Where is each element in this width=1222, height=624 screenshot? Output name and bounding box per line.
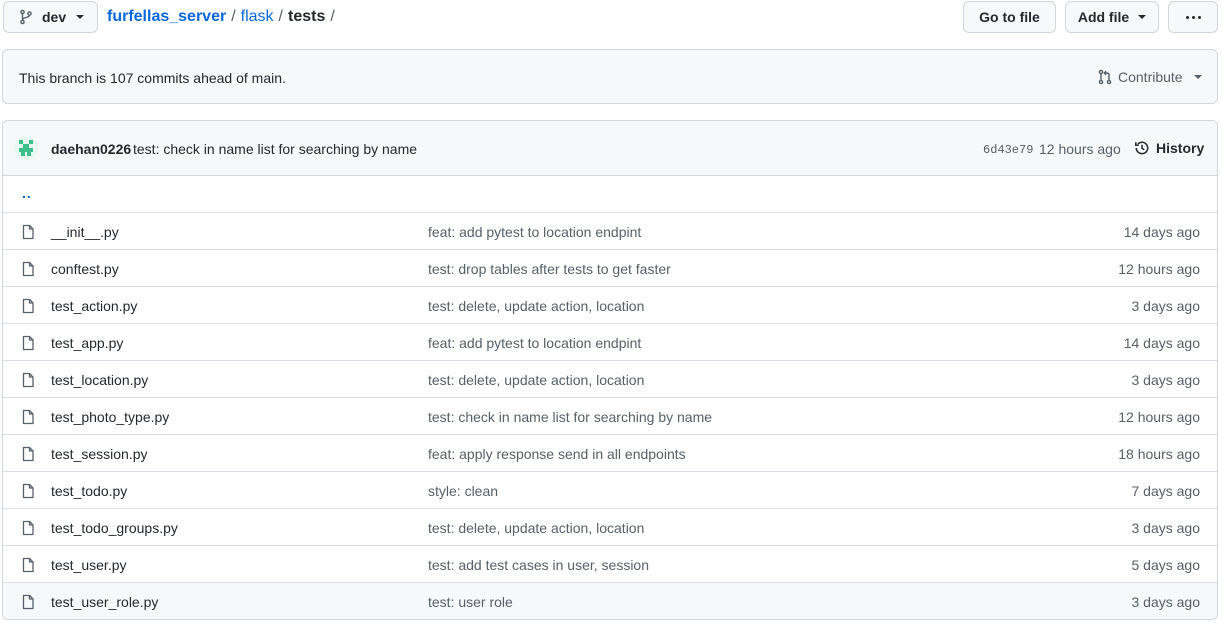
chevron-down-icon bbox=[1138, 15, 1147, 19]
file-row[interactable]: conftest.py test: drop tables after tests… bbox=[3, 250, 1217, 287]
file-commit-message-link[interactable]: style: clean bbox=[428, 483, 498, 499]
breadcrumb-current: tests bbox=[288, 8, 326, 25]
file-icon bbox=[22, 409, 34, 425]
file-name-link[interactable]: test_photo_type.py bbox=[51, 409, 169, 425]
file-icon bbox=[22, 298, 34, 314]
file-commit-message-link[interactable]: feat: add pytest to location endpint bbox=[428, 224, 641, 240]
file-commit-age: 14 days ago bbox=[1123, 224, 1200, 240]
file-name-link[interactable]: test_user.py bbox=[51, 557, 127, 573]
file-commit-message-link[interactable]: test: check in name list for searching b… bbox=[428, 409, 712, 425]
file-icon bbox=[22, 224, 34, 240]
file-row[interactable]: __init__.py feat: add pytest to location … bbox=[3, 213, 1217, 250]
file-browser: daehan0226 test: check in name list for … bbox=[2, 120, 1218, 620]
add-file-label: Add file bbox=[1077, 9, 1130, 25]
breadcrumb-folder-link[interactable]: flask bbox=[241, 8, 274, 26]
breadcrumb-separator: / bbox=[278, 8, 283, 25]
breadcrumb-separator: / bbox=[231, 8, 236, 25]
commit-author-link[interactable]: daehan0226 bbox=[51, 141, 131, 157]
contribute-button[interactable]: Contribute bbox=[1097, 69, 1202, 85]
file-row[interactable]: test_todo.py style: clean 7 days ago bbox=[3, 472, 1217, 509]
git-branch-icon bbox=[20, 9, 32, 25]
git-pull-request-icon bbox=[1098, 69, 1112, 85]
file-commit-age: 12 hours ago bbox=[1118, 409, 1200, 425]
file-commit-message-link[interactable]: test: delete, update action, location bbox=[428, 372, 644, 388]
branch-select-button[interactable]: dev bbox=[3, 1, 98, 33]
commit-sha-link[interactable]: 6d43e79 bbox=[983, 143, 1033, 157]
file-row[interactable]: test_location.py test: delete, update act… bbox=[3, 361, 1217, 398]
chevron-down-icon bbox=[1193, 75, 1202, 79]
file-commit-message-link[interactable]: test: user role bbox=[428, 594, 513, 610]
file-list: __init__.py feat: add pytest to location … bbox=[3, 213, 1217, 619]
file-name-link[interactable]: __init__.py bbox=[51, 224, 119, 240]
commit-message-link[interactable]: test: check in name list for searching b… bbox=[133, 141, 417, 157]
file-name-link[interactable]: test_location.py bbox=[51, 372, 148, 388]
file-commit-age: 3 days ago bbox=[1131, 520, 1201, 536]
branch-status-box: This branch is 107 commits ahead of main… bbox=[2, 49, 1218, 104]
more-options-button[interactable] bbox=[1168, 1, 1218, 33]
file-commit-message-link[interactable]: test: delete, update action, location bbox=[428, 298, 644, 314]
file-commit-age: 3 days ago bbox=[1131, 298, 1201, 314]
parent-directory-link[interactable]: .. bbox=[22, 185, 32, 201]
branch-name: dev bbox=[42, 9, 67, 25]
commit-time: 12 hours ago bbox=[1039, 141, 1121, 157]
file-commit-message-link[interactable]: test: drop tables after tests to get fas… bbox=[428, 261, 671, 277]
history-link[interactable]: History bbox=[1134, 140, 1204, 156]
breadcrumb-separator: / bbox=[330, 8, 335, 25]
branch-ahead-message: This branch is 107 commits ahead of main… bbox=[19, 70, 286, 86]
repo-toolbar: dev furfellas_server / flask / tests / G… bbox=[0, 0, 1222, 36]
file-commit-age: 5 days ago bbox=[1131, 557, 1201, 573]
file-row[interactable]: test_user_role.py test: user role 3 days a… bbox=[3, 583, 1217, 619]
file-icon bbox=[22, 594, 34, 610]
breadcrumb: furfellas_server / flask / tests / bbox=[107, 8, 335, 26]
latest-commit-bar: daehan0226 test: check in name list for … bbox=[3, 121, 1217, 176]
file-row[interactable]: test_todo_groups.py test: delete, update … bbox=[3, 509, 1217, 546]
file-commit-age: 12 hours ago bbox=[1118, 261, 1200, 277]
file-commit-message-link[interactable]: test: delete, update action, location bbox=[428, 520, 644, 536]
file-row[interactable]: test_photo_type.py test: check in name li… bbox=[3, 398, 1217, 435]
avatar[interactable] bbox=[14, 136, 38, 160]
file-row[interactable]: test_user.py test: add test cases in user… bbox=[3, 546, 1217, 583]
breadcrumb-repo-link[interactable]: furfellas_server bbox=[107, 8, 226, 26]
file-commit-age: 18 hours ago bbox=[1118, 446, 1200, 462]
file-row[interactable]: test_app.py feat: add pytest to location … bbox=[3, 324, 1217, 361]
file-icon bbox=[22, 261, 34, 277]
add-file-button[interactable]: Add file bbox=[1065, 1, 1159, 33]
file-name-link[interactable]: test_action.py bbox=[51, 298, 137, 314]
go-to-file-label: Go to file bbox=[979, 9, 1040, 25]
file-icon bbox=[22, 557, 34, 573]
file-commit-message-link[interactable]: feat: apply response send in all endpoin… bbox=[428, 446, 686, 462]
kebab-horizontal-icon bbox=[1185, 15, 1201, 19]
history-label: History bbox=[1156, 140, 1205, 156]
parent-directory-row[interactable]: .. bbox=[3, 176, 1217, 213]
file-name-link[interactable]: test_session.py bbox=[51, 446, 148, 462]
file-name-link[interactable]: test_todo_groups.py bbox=[51, 520, 178, 536]
file-row[interactable]: test_action.py test: delete, update actio… bbox=[3, 287, 1217, 324]
history-icon bbox=[1135, 141, 1149, 155]
file-icon bbox=[22, 372, 34, 388]
file-icon bbox=[22, 483, 34, 499]
file-name-link[interactable]: test_app.py bbox=[51, 335, 123, 351]
file-icon bbox=[22, 520, 34, 536]
chevron-down-icon bbox=[76, 15, 85, 19]
file-commit-message-link[interactable]: test: add test cases in user, session bbox=[428, 557, 649, 573]
file-commit-age: 14 days ago bbox=[1123, 335, 1200, 351]
file-commit-message-link[interactable]: feat: add pytest to location endpint bbox=[428, 335, 641, 351]
contribute-label: Contribute bbox=[1118, 69, 1183, 85]
file-commit-age: 7 days ago bbox=[1131, 483, 1201, 499]
file-name-link[interactable]: conftest.py bbox=[51, 261, 119, 277]
file-name-link[interactable]: test_user_role.py bbox=[51, 594, 158, 610]
file-commit-age: 3 days ago bbox=[1131, 594, 1201, 610]
file-name-link[interactable]: test_todo.py bbox=[51, 483, 127, 499]
file-icon bbox=[22, 446, 34, 462]
go-to-file-button[interactable]: Go to file bbox=[963, 1, 1056, 33]
file-icon bbox=[22, 335, 34, 351]
file-row[interactable]: test_session.py feat: apply response send… bbox=[3, 435, 1217, 472]
file-commit-age: 3 days ago bbox=[1131, 372, 1201, 388]
